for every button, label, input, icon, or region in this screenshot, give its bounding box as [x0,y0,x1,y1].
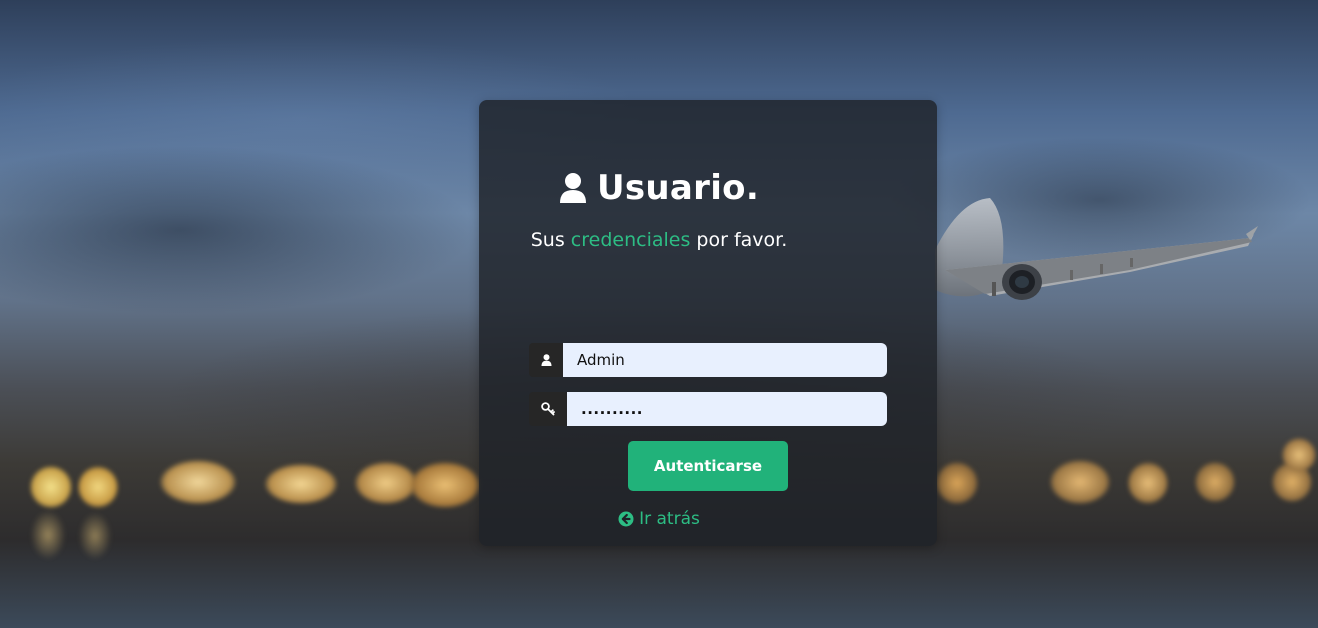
username-input[interactable] [563,343,887,377]
user-icon [541,354,551,366]
bokeh-light [78,466,118,508]
login-title: Usuario. [0,168,1318,208]
bokeh-light [30,466,72,508]
password-input[interactable] [567,392,887,426]
bokeh-light [1050,460,1110,504]
subtitle-suffix: por favor. [696,229,788,251]
bokeh-light [1195,462,1235,502]
authenticate-button[interactable]: Autenticarse [628,441,788,491]
subtitle-prefix: Sus [530,229,565,251]
password-group [529,392,887,426]
back-link-label: Ir atrás [639,509,700,529]
bokeh-light [160,460,236,504]
bokeh-light [410,462,480,508]
user-icon [559,173,586,203]
username-addon [529,343,563,377]
bokeh-light [1128,462,1168,504]
bokeh-light [265,464,337,504]
airplane-image [935,198,1258,300]
bokeh-light [355,462,417,504]
password-addon [529,392,567,426]
login-subtitle: Sus credenciales por favor. [0,229,1318,251]
back-link[interactable]: Ir atrás [0,509,1318,529]
key-icon [541,402,555,416]
title-text: Usuario. [596,168,760,208]
username-group [529,343,887,377]
bokeh-light [936,462,978,504]
circle-arrow-left-icon [618,511,634,527]
bokeh-light [1282,438,1316,472]
subtitle-accent: credenciales [570,229,691,251]
